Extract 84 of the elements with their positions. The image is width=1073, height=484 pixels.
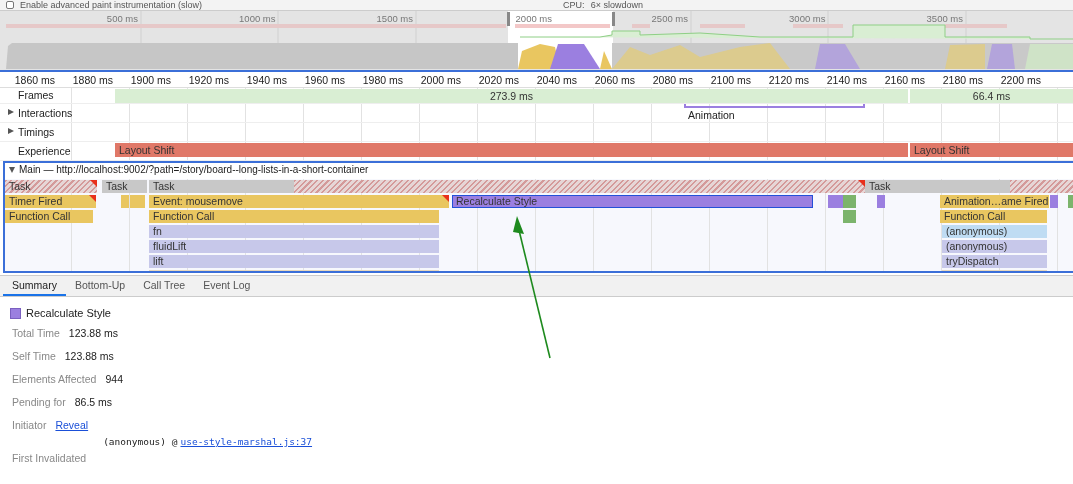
flame-entry[interactable]: lift [149,255,439,268]
flame-entry[interactable]: Function Call [940,210,1047,223]
flame-entry[interactable] [121,195,129,208]
time-label: 2040 ms [536,74,577,86]
detail-value: 86.5 ms [74,395,113,408]
time-label: 2140 ms [826,74,867,86]
time-label: 1900 ms [130,74,171,86]
flame-entry[interactable]: Task [102,180,147,193]
detail-value: 944 [105,372,123,385]
track-label[interactable]: Experience [18,145,71,157]
time-label: 1980 ms [362,74,403,86]
detail-label: First Invalidated [12,452,87,464]
flame-entry[interactable]: Animation…ame Fired [940,195,1049,208]
reveal-link[interactable]: Reveal [55,418,89,431]
flame-entry[interactable]: Function Call [149,210,439,223]
overview-time-label: 3500 ms [926,13,963,24]
time-label: 1940 ms [246,74,287,86]
cpu-label: CPU: [563,0,585,10]
detail-label: Elements Affected [12,372,97,385]
detail-label: Pending for [12,395,66,408]
time-label: 2000 ms [420,74,461,86]
flame-entry[interactable] [828,195,843,208]
checkbox[interactable] [6,1,14,9]
time-label: 2180 ms [942,74,983,86]
overview-time-label: 500 ms [106,13,138,24]
flame-entry[interactable]: fluidLift [149,240,439,253]
stack-frame: (anonymous) @ [103,436,178,447]
time-label: 1860 ms [14,74,55,86]
flame-entry[interactable] [877,195,885,208]
time-label: 1880 ms [72,74,113,86]
expand-triangle-icon[interactable] [8,109,14,115]
time-label: 1960 ms [304,74,345,86]
overview-time-label: 2000 ms [515,13,552,24]
overview-time-label: 1000 ms [239,13,276,24]
time-label: 2020 ms [478,74,519,86]
detail-label: Total Time [12,326,60,339]
time-label: 2120 ms [768,74,809,86]
details-tab[interactable]: Call Tree [134,276,195,296]
overview-time-label: 3000 ms [789,13,826,24]
flame-entry[interactable]: fn [149,225,439,238]
flame-entry[interactable]: Function Call [5,210,93,223]
flame-entry[interactable]: Recalculate Style [452,195,813,208]
overview-time-label: 2500 ms [651,13,688,24]
flame-entry[interactable]: Task [865,180,1073,193]
details-tab[interactable]: Bottom-Up [65,276,135,296]
flame-entry[interactable] [843,195,856,208]
time-label: 1920 ms [188,74,229,86]
detail-value: 123.88 ms [64,349,114,362]
flame-entry[interactable] [130,195,145,208]
flame-entry[interactable]: Task [5,180,97,193]
flame-entry[interactable] [1050,195,1058,208]
flame-entry[interactable]: (anonymous) [942,240,1047,253]
time-label: 2100 ms [710,74,751,86]
time-label: 2060 ms [594,74,635,86]
time-label: 2160 ms [884,74,925,86]
event-title: Recalculate Style [26,307,111,319]
flame-entry[interactable]: tryDispatch [942,255,1047,268]
track-label[interactable]: Interactions [18,107,73,119]
frame-bar[interactable]: 273.9 ms [115,89,908,103]
flame-entry[interactable]: Task [149,180,865,193]
expand-triangle-icon[interactable] [8,128,14,134]
detail-value: 123.88 ms [68,326,118,339]
time-label: 2080 ms [652,74,693,86]
overview-time-label: 1500 ms [376,13,413,24]
expand-triangle-icon[interactable] [9,167,15,173]
flame-entry[interactable]: Event: mousemove [149,195,449,208]
layout-shift-bar[interactable]: Layout Shift [115,143,908,157]
detail-label: Initiator [12,418,47,431]
cpu-throttle-dropdown[interactable]: 6× slowdown [590,0,643,10]
interaction-label: Animation [688,109,735,121]
checkbox-label: Enable advanced paint instrumentation (slow) [20,0,203,10]
frame-bar[interactable]: 66.4 ms [910,89,1073,103]
interaction-bracket[interactable] [684,104,865,108]
time-label: 2200 ms [1000,74,1041,86]
flame-entry[interactable]: (anonymous) [942,225,1047,238]
flame-entry[interactable]: Timer Fired [5,195,96,208]
layout-shift-bar[interactable]: Layout Shift [910,143,1073,157]
flame-entry[interactable] [843,210,856,223]
details-tab[interactable]: Summary [3,276,66,296]
track-label[interactable]: Timings [18,126,55,138]
track-label[interactable]: Frames [18,89,54,101]
detail-label: Self Time [12,349,56,362]
source-link[interactable]: use-style-marshal.js:37 [180,436,313,447]
details-tab[interactable]: Event Log [194,276,260,296]
